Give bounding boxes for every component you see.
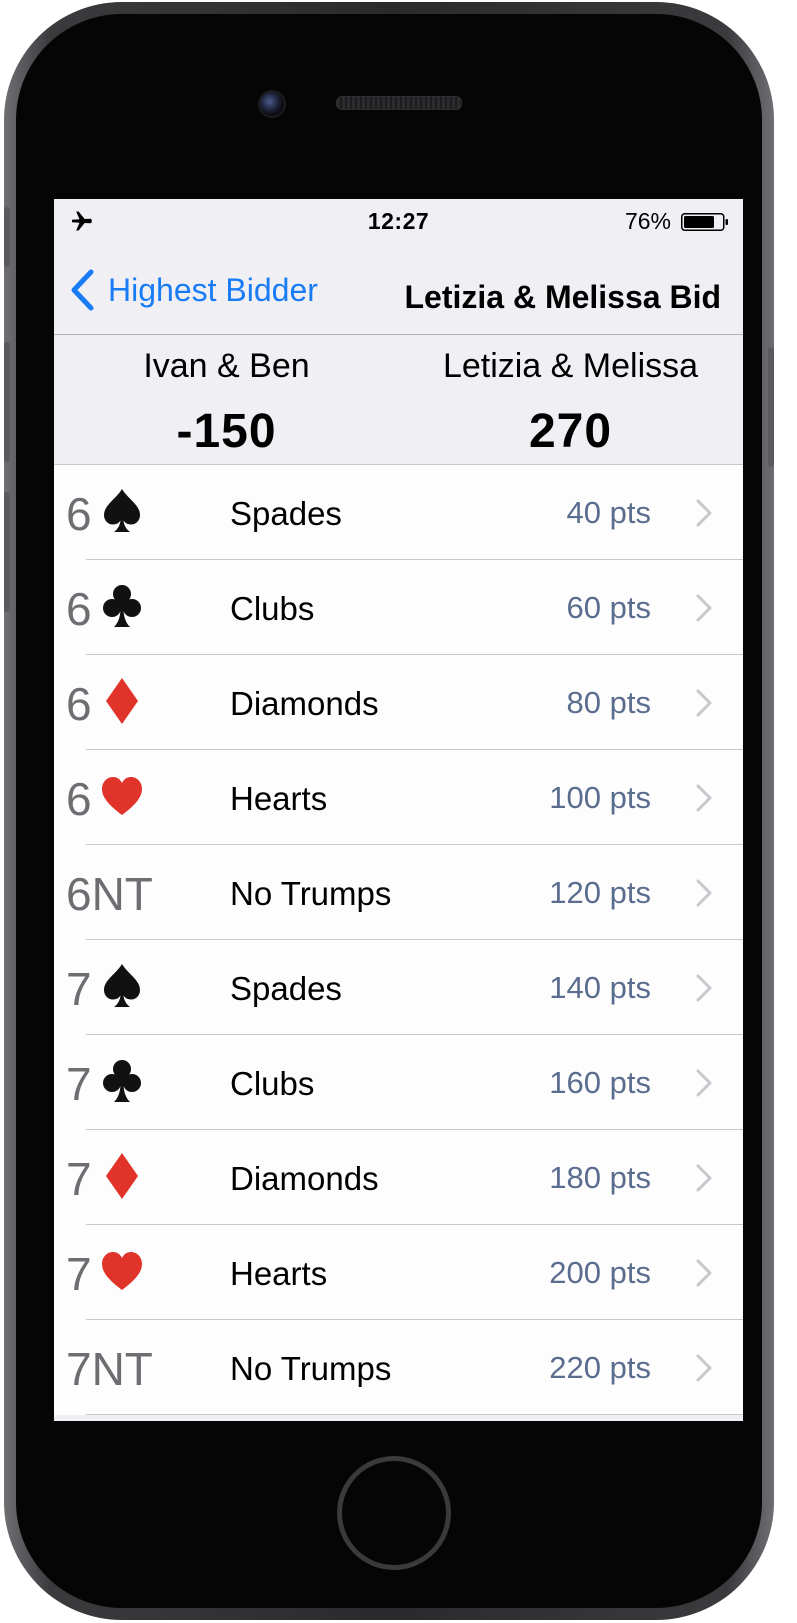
- screen: 12:27 76% Highest Bidder Letizia & Melis…: [54, 199, 743, 1421]
- bid-level: 7: [66, 1153, 92, 1205]
- team-name: Ivan & Ben: [143, 347, 310, 385]
- bid-level: 7: [66, 1058, 92, 1110]
- team-name: Letizia & Melissa: [442, 347, 699, 385]
- bid-suit: Hearts: [230, 1255, 328, 1292]
- score-header: Ivan & Ben -150 Letizia & Melissa 270: [54, 335, 743, 465]
- bid-suit: No Trumps: [230, 1350, 392, 1387]
- bid-level: 7NT: [66, 1343, 153, 1395]
- bid-points: 100 pts: [549, 780, 651, 815]
- spade-icon: [100, 485, 144, 537]
- bid-row[interactable]: 6NT No Trumps 120 pts: [54, 845, 743, 940]
- bid-level: 6NT: [66, 868, 153, 920]
- bid-row[interactable]: 7 Diamonds 180 pts: [54, 1130, 743, 1225]
- power-button: [768, 347, 774, 467]
- bid-points: 40 pts: [566, 495, 651, 530]
- bid-level: 6: [66, 488, 92, 540]
- home-button[interactable]: [337, 1456, 451, 1570]
- bid-level: 7: [66, 963, 92, 1015]
- club-icon: [100, 1055, 144, 1107]
- bid-level: 6: [66, 773, 92, 825]
- bid-points: 60 pts: [566, 590, 651, 625]
- battery-percentage: 76%: [624, 208, 671, 234]
- navigation-bar: Highest Bidder Letizia & Melissa Bid: [54, 243, 743, 335]
- bid-row[interactable]: 6 Diamonds 80 pts: [54, 655, 743, 750]
- page-title: Letizia & Melissa Bid: [404, 279, 721, 315]
- bid-points: 200 pts: [549, 1255, 651, 1290]
- bid-suit: Hearts: [230, 780, 328, 817]
- bid-suit: Clubs: [230, 1065, 315, 1102]
- front-camera: [258, 90, 286, 118]
- bid-level: 6: [66, 583, 92, 635]
- chevron-right-icon: [696, 784, 712, 812]
- heart-icon: [100, 1245, 144, 1297]
- chevron-right-icon: [696, 974, 712, 1002]
- chevron-right-icon: [696, 1354, 712, 1382]
- bid-row[interactable]: 6 Spades 40 pts: [54, 465, 743, 560]
- back-label: Highest Bidder: [108, 271, 318, 308]
- bid-points: 180 pts: [549, 1160, 651, 1195]
- club-icon: [100, 580, 144, 632]
- chevron-right-icon: [696, 594, 712, 622]
- back-button[interactable]: Highest Bidder: [68, 265, 318, 315]
- chevron-right-icon: [696, 499, 712, 527]
- bid-points: 160 pts: [549, 1065, 651, 1100]
- bid-suit: Diamonds: [230, 685, 379, 722]
- bid-row[interactable]: 7NT No Trumps 220 pts: [54, 1320, 743, 1415]
- chevron-right-icon: [696, 1164, 712, 1192]
- team-left: Ivan & Ben -150: [54, 347, 399, 459]
- bid-row[interactable]: 7 Hearts 200 pts: [54, 1225, 743, 1320]
- team-right: Letizia & Melissa 270: [398, 347, 743, 459]
- team-score: 270: [528, 405, 613, 458]
- mute-switch: [4, 207, 10, 267]
- spade-icon: [100, 960, 144, 1012]
- bid-points: 80 pts: [566, 685, 651, 720]
- bid-suit: Spades: [230, 970, 342, 1007]
- diamond-icon: [100, 675, 144, 727]
- chevron-right-icon: [696, 1069, 712, 1097]
- bid-suit: Spades: [230, 495, 342, 532]
- chevron-back-icon: [71, 269, 94, 311]
- bid-row[interactable]: 7 Clubs 160 pts: [54, 1035, 743, 1130]
- status-bar: 12:27 76%: [54, 199, 743, 243]
- volume-up-button: [4, 342, 10, 462]
- bid-points: 220 pts: [549, 1350, 651, 1385]
- team-score: -150: [176, 405, 277, 458]
- volume-down-button: [4, 492, 10, 612]
- chevron-right-icon: [696, 689, 712, 717]
- earpiece-speaker: [336, 96, 462, 110]
- bid-row[interactable]: 6 Hearts 100 pts: [54, 750, 743, 845]
- bid-list: 6 Spades 40 pts 6 Clubs 60 pts 6 Diamond…: [54, 465, 743, 1415]
- bid-row[interactable]: 6 Clubs 60 pts: [54, 560, 743, 655]
- bid-suit: No Trumps: [230, 875, 392, 912]
- bid-points: 140 pts: [549, 970, 651, 1005]
- chevron-right-icon: [696, 1259, 712, 1287]
- heart-icon: [100, 770, 144, 822]
- diamond-icon: [100, 1150, 144, 1202]
- bid-points: 120 pts: [549, 875, 651, 910]
- bid-suit: Clubs: [230, 590, 315, 627]
- bid-level: 6: [66, 678, 92, 730]
- chevron-right-icon: [696, 879, 712, 907]
- bid-suit: Diamonds: [230, 1160, 379, 1197]
- battery-icon: [681, 213, 728, 231]
- bid-row[interactable]: 7 Spades 140 pts: [54, 940, 743, 1035]
- bid-level: 7: [66, 1248, 92, 1300]
